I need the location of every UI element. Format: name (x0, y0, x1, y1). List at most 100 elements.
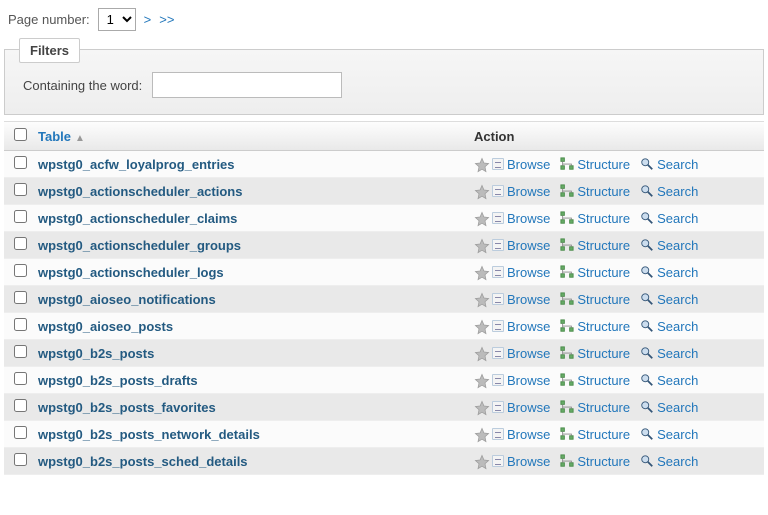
favorite-star-icon[interactable] (474, 265, 488, 279)
structure-link[interactable]: Structure (560, 238, 630, 253)
row-checkbox[interactable] (14, 399, 27, 412)
structure-link[interactable]: Structure (560, 157, 630, 172)
search-icon (640, 454, 654, 468)
structure-icon (560, 211, 574, 225)
table-name-link[interactable]: wpstg0_actionscheduler_claims (38, 211, 237, 226)
check-all-checkbox[interactable] (14, 128, 27, 141)
table-name-link[interactable]: wpstg0_actionscheduler_logs (38, 265, 224, 280)
containing-word-input[interactable] (152, 72, 342, 98)
search-link[interactable]: Search (640, 211, 698, 226)
page-number-select[interactable]: 1 (98, 8, 136, 31)
table-row: wpstg0_b2s_posts_network_details Browse … (4, 421, 764, 448)
row-checkbox[interactable] (14, 291, 27, 304)
row-checkbox[interactable] (14, 264, 27, 277)
structure-icon (560, 184, 574, 198)
search-link[interactable]: Search (640, 265, 698, 280)
browse-icon (492, 401, 504, 413)
row-checkbox[interactable] (14, 318, 27, 331)
browse-link[interactable]: Browse (492, 373, 550, 388)
search-link[interactable]: Search (640, 184, 698, 199)
row-checkbox[interactable] (14, 453, 27, 466)
search-icon (640, 211, 654, 225)
browse-link[interactable]: Browse (492, 265, 550, 280)
browse-icon (492, 347, 504, 359)
structure-link[interactable]: Structure (560, 400, 630, 415)
browse-link[interactable]: Browse (492, 292, 550, 307)
favorite-star-icon[interactable] (474, 184, 488, 198)
browse-link[interactable]: Browse (492, 427, 550, 442)
structure-icon (560, 454, 574, 468)
row-checkbox[interactable] (14, 345, 27, 358)
structure-link[interactable]: Structure (560, 346, 630, 361)
favorite-star-icon[interactable] (474, 427, 488, 441)
table-name-link[interactable]: wpstg0_actionscheduler_actions (38, 184, 242, 199)
browse-link[interactable]: Browse (492, 157, 550, 172)
row-checkbox[interactable] (14, 237, 27, 250)
row-checkbox[interactable] (14, 426, 27, 439)
favorite-star-icon[interactable] (474, 454, 488, 468)
browse-link[interactable]: Browse (492, 346, 550, 361)
search-icon (640, 184, 654, 198)
structure-link[interactable]: Structure (560, 184, 630, 199)
table-row: wpstg0_b2s_posts_favorites Browse Struct… (4, 394, 764, 421)
structure-link[interactable]: Structure (560, 319, 630, 334)
check-all-cell (14, 128, 38, 144)
containing-word-label: Containing the word: (23, 78, 142, 93)
search-link[interactable]: Search (640, 427, 698, 442)
search-icon (640, 400, 654, 414)
next-page-link[interactable]: > (144, 12, 152, 27)
search-link[interactable]: Search (640, 346, 698, 361)
favorite-star-icon[interactable] (474, 319, 488, 333)
table-name-link[interactable]: wpstg0_aioseo_posts (38, 319, 173, 334)
table-name-link[interactable]: wpstg0_b2s_posts_drafts (38, 373, 198, 388)
search-link[interactable]: Search (640, 238, 698, 253)
search-icon (640, 319, 654, 333)
search-link[interactable]: Search (640, 319, 698, 334)
table-name-link[interactable]: wpstg0_b2s_posts_sched_details (38, 454, 248, 469)
column-header-table[interactable]: Table▲ (38, 129, 474, 144)
search-link[interactable]: Search (640, 400, 698, 415)
row-checkbox[interactable] (14, 210, 27, 223)
favorite-star-icon[interactable] (474, 292, 488, 306)
row-checkbox[interactable] (14, 372, 27, 385)
structure-link[interactable]: Structure (560, 454, 630, 469)
favorite-star-icon[interactable] (474, 238, 488, 252)
favorite-star-icon[interactable] (474, 346, 488, 360)
browse-link[interactable]: Browse (492, 238, 550, 253)
browse-link[interactable]: Browse (492, 184, 550, 199)
row-checkbox[interactable] (14, 183, 27, 196)
table-name-link[interactable]: wpstg0_acfw_loyalprog_entries (38, 157, 235, 172)
search-link[interactable]: Search (640, 292, 698, 307)
browse-link[interactable]: Browse (492, 400, 550, 415)
table-row: wpstg0_actionscheduler_logs Browse Struc… (4, 259, 764, 286)
structure-link[interactable]: Structure (560, 265, 630, 280)
table-name-link[interactable]: wpstg0_aioseo_notifications (38, 292, 216, 307)
structure-link[interactable]: Structure (560, 373, 630, 388)
favorite-star-icon[interactable] (474, 157, 488, 171)
table-name-link[interactable]: wpstg0_b2s_posts_network_details (38, 427, 260, 442)
favorite-star-icon[interactable] (474, 373, 488, 387)
browse-link[interactable]: Browse (492, 319, 550, 334)
browse-icon (492, 212, 504, 224)
last-page-link[interactable]: >> (159, 12, 174, 27)
browse-link[interactable]: Browse (492, 454, 550, 469)
search-icon (640, 157, 654, 171)
structure-link[interactable]: Structure (560, 211, 630, 226)
search-link[interactable]: Search (640, 373, 698, 388)
structure-link[interactable]: Structure (560, 292, 630, 307)
table-name-link[interactable]: wpstg0_b2s_posts (38, 346, 154, 361)
favorite-star-icon[interactable] (474, 211, 488, 225)
structure-link[interactable]: Structure (560, 427, 630, 442)
browse-link[interactable]: Browse (492, 211, 550, 226)
favorite-star-icon[interactable] (474, 400, 488, 414)
search-link[interactable]: Search (640, 454, 698, 469)
table-name-link[interactable]: wpstg0_b2s_posts_favorites (38, 400, 216, 415)
browse-icon (492, 266, 504, 278)
structure-icon (560, 373, 574, 387)
structure-icon (560, 400, 574, 414)
table-name-link[interactable]: wpstg0_actionscheduler_groups (38, 238, 241, 253)
page-number-label: Page number: (8, 12, 90, 27)
filters-legend: Filters (19, 38, 80, 63)
search-link[interactable]: Search (640, 157, 698, 172)
row-checkbox[interactable] (14, 156, 27, 169)
